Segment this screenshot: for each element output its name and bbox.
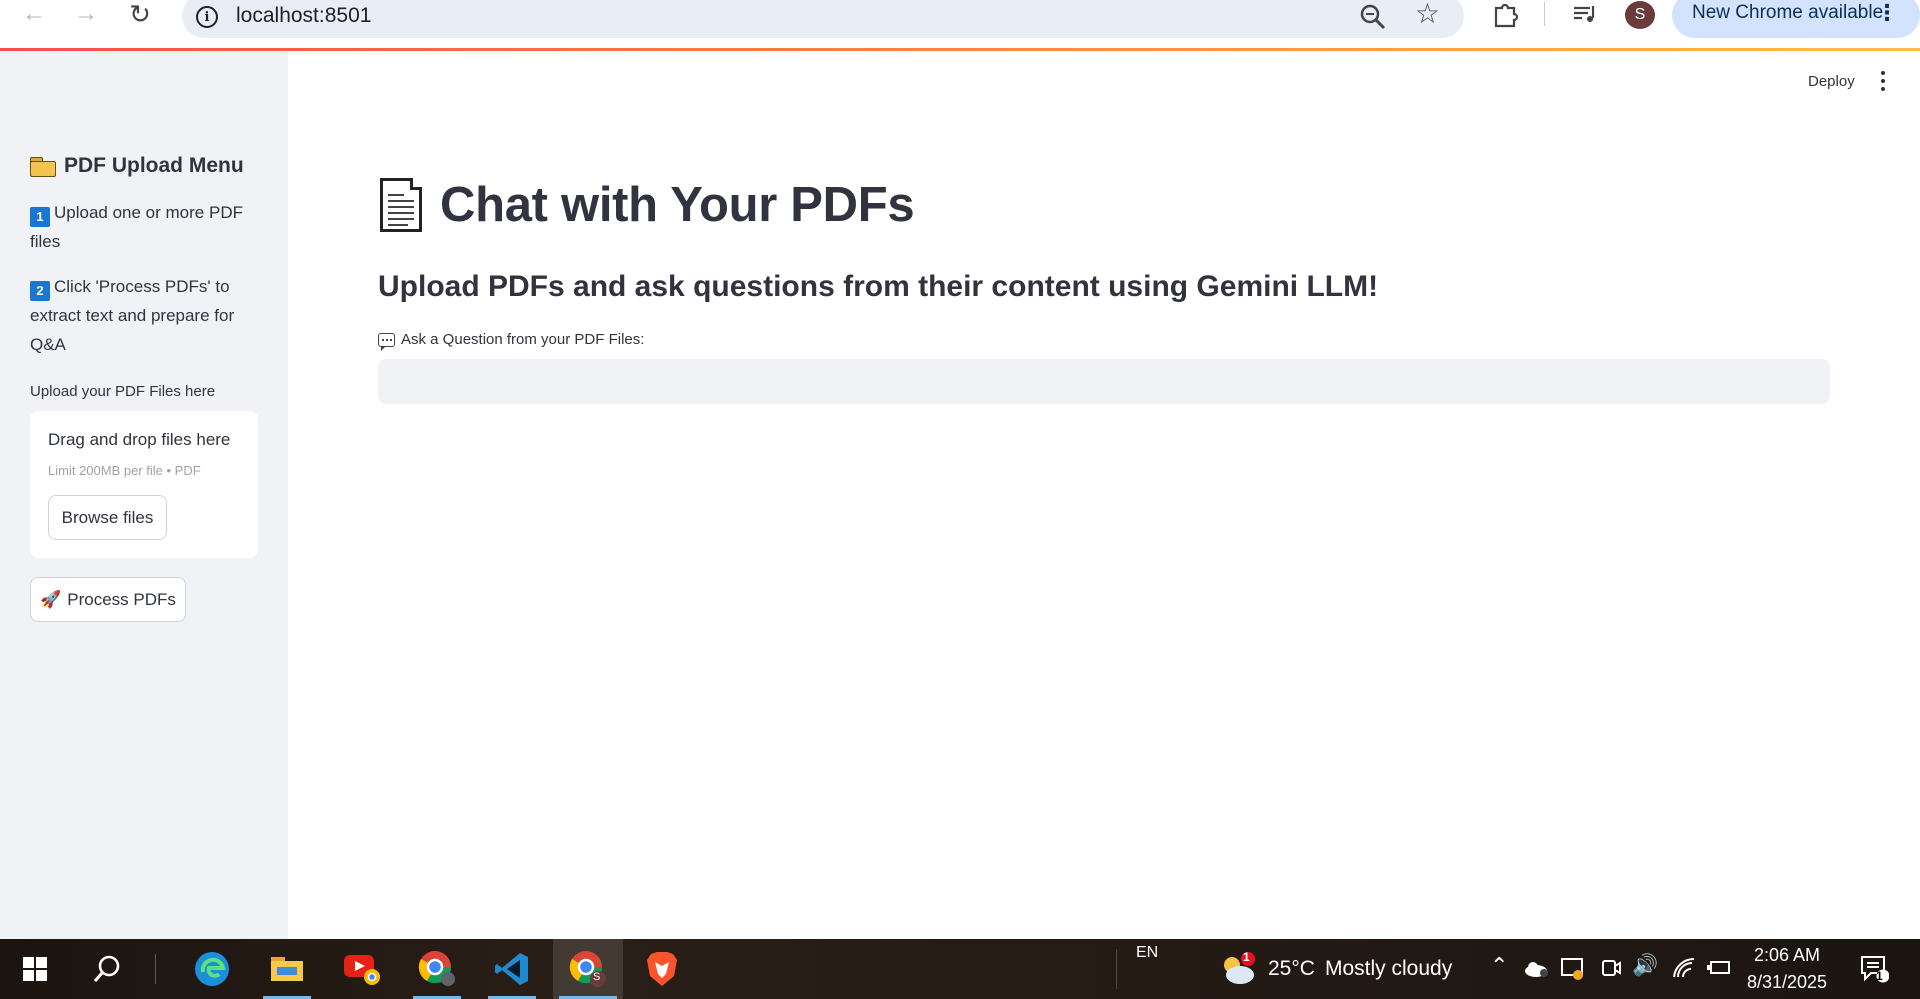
sidebar-step-2-text: Click 'Process PDFs' to extract text and… xyxy=(30,277,235,354)
taskbar-chrome-app[interactable] xyxy=(332,939,392,999)
taskbar-brave[interactable] xyxy=(632,939,692,999)
toolbar-divider xyxy=(1544,2,1545,26)
extensions-icon[interactable] xyxy=(1490,0,1522,30)
reload-icon[interactable]: ↻ xyxy=(122,0,158,29)
chrome-profile-icon xyxy=(569,951,606,987)
notification-center-button[interactable] xyxy=(1854,939,1894,999)
address-url[interactable]: localhost:8501 xyxy=(236,4,371,28)
taskbar-chrome-profile-2[interactable]: S xyxy=(553,939,623,999)
chrome-menu-icon[interactable]: ⋮ xyxy=(1876,0,1898,26)
windows-taskbar: S EN 1 25°C Mostly cloudy ⌃ 🔊 2:06 AM 8/… xyxy=(0,939,1920,999)
back-arrow-icon[interactable]: ← xyxy=(16,0,52,28)
weather-description[interactable]: Mostly cloudy xyxy=(1325,957,1452,981)
address-bar[interactable]: i localhost:8501 ☆ xyxy=(182,0,1464,38)
forward-arrow-icon[interactable]: → xyxy=(68,0,104,28)
youtube-chrome-app-icon xyxy=(344,955,380,985)
windows-logo-icon xyxy=(23,957,47,981)
process-pdfs-label: Process PDFs xyxy=(67,589,176,609)
cloudy-weather-icon xyxy=(1224,952,1255,984)
security-center-icon[interactable] xyxy=(1560,956,1586,982)
search-button[interactable] xyxy=(82,939,132,999)
notification-icon xyxy=(1861,956,1889,983)
weather-temperature[interactable]: 25°C xyxy=(1268,957,1315,981)
battery-icon[interactable] xyxy=(1706,959,1732,977)
file-dropzone[interactable]: Drag and drop files here Limit 200MB per… xyxy=(30,411,258,558)
chrome-profile-badge: S xyxy=(593,971,601,983)
page-document-icon xyxy=(378,176,426,234)
page-title-text: Chat with Your PDFs xyxy=(440,178,915,232)
start-button[interactable] xyxy=(10,939,60,999)
bookmark-star-icon[interactable]: ☆ xyxy=(1415,0,1440,30)
media-queue-icon[interactable] xyxy=(1570,0,1600,30)
chrome-update-label: New Chrome available xyxy=(1692,2,1884,23)
taskbar-divider xyxy=(155,954,156,984)
wifi-icon[interactable] xyxy=(1672,957,1696,979)
weather-widget-icon-wrap[interactable] xyxy=(1216,939,1260,999)
main-menu-icon[interactable] xyxy=(1878,69,1888,93)
rocket-icon: 🚀 xyxy=(40,589,62,609)
question-input[interactable] xyxy=(378,359,1830,404)
brave-browser-icon xyxy=(647,952,677,986)
taskbar-edge[interactable] xyxy=(182,939,242,999)
question-label-text: Ask a Question from your PDF Files: xyxy=(401,331,645,348)
notification-count-badge: 1 xyxy=(1876,969,1883,983)
meet-now-icon[interactable] xyxy=(1600,956,1622,982)
chrome-icon xyxy=(418,951,455,986)
clock-time[interactable]: 2:06 AM xyxy=(1752,945,1822,966)
keycap-two-icon: 2 xyxy=(30,280,50,301)
site-info-icon[interactable]: i xyxy=(196,6,218,28)
question-label: Ask a Question from your PDF Files: xyxy=(378,331,645,351)
file-uploader-label: Upload your PDF Files here xyxy=(30,383,216,400)
taskbar-file-explorer[interactable] xyxy=(257,939,317,999)
taskbar-chrome-profile-1[interactable] xyxy=(407,939,467,999)
sidebar-step-2: 2 Click 'Process PDFs' to extract text an… xyxy=(30,272,260,359)
process-pdfs-button[interactable]: 🚀 Process PDFs xyxy=(30,577,186,622)
tray-divider xyxy=(1116,949,1117,989)
chrome-update-button[interactable]: New Chrome available ⋮ xyxy=(1672,0,1920,38)
sidebar: PDF Upload Menu 1 Upload one or more PDF … xyxy=(0,51,288,939)
profile-avatar[interactable]: S xyxy=(1625,1,1655,29)
onedrive-cloud-icon[interactable] xyxy=(1522,959,1550,979)
search-icon xyxy=(93,955,120,982)
vscode-icon xyxy=(495,953,528,985)
dropzone-limit-text: Limit 200MB per file • PDF xyxy=(48,463,201,478)
browse-files-button[interactable]: Browse files xyxy=(48,495,167,540)
volume-icon[interactable]: 🔊 xyxy=(1632,954,1658,978)
deploy-button[interactable]: Deploy xyxy=(1808,73,1855,90)
browser-toolbar: ← → ↻ i localhost:8501 ☆ S New Chrome av… xyxy=(0,0,1920,49)
weather-alert-badge: 1 xyxy=(1243,950,1250,964)
sidebar-title-text: PDF Upload Menu xyxy=(64,154,244,177)
sidebar-step-1-text: Upload one or more PDF files xyxy=(30,203,243,251)
tray-overflow-chevron-icon[interactable]: ⌃ xyxy=(1490,953,1508,979)
page-subtitle: Upload PDFs and ask questions from their… xyxy=(378,270,1379,303)
sidebar-title: PDF Upload Menu xyxy=(30,154,244,178)
keycap-one-icon: 1 xyxy=(30,206,50,227)
open-folder-icon xyxy=(30,156,56,177)
dropzone-title: Drag and drop files here xyxy=(48,430,231,449)
page-title: Chat with Your PDFs xyxy=(378,176,915,234)
edge-browser-icon xyxy=(195,952,229,986)
clock-date[interactable]: 8/31/2025 xyxy=(1742,972,1832,993)
taskbar-vscode[interactable] xyxy=(482,939,542,999)
language-indicator[interactable]: EN xyxy=(1136,944,1158,962)
app-header-decoration xyxy=(0,48,1920,51)
zoom-icon[interactable] xyxy=(1358,2,1388,32)
speech-bubble-icon xyxy=(378,332,395,351)
sidebar-step-1: 1 Upload one or more PDF files xyxy=(30,198,260,256)
file-explorer-icon xyxy=(271,957,303,981)
